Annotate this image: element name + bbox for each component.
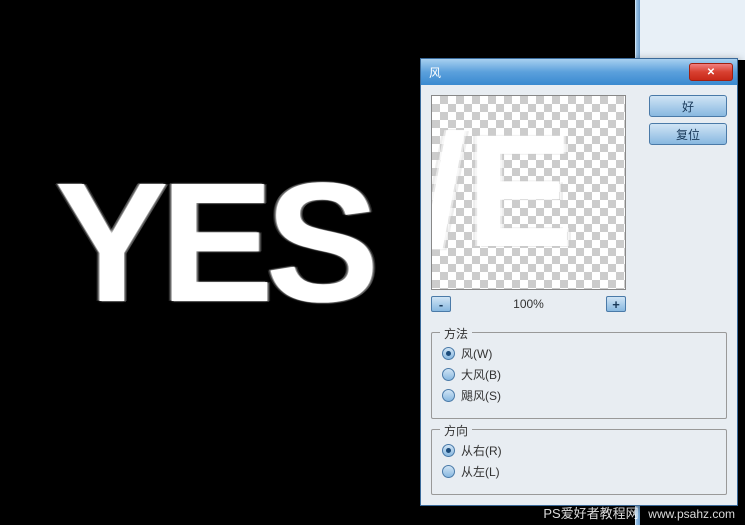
radio-icon [442,465,455,478]
canvas-text: YES [55,145,371,341]
wind-filter-dialog: 风 ✕ /E - 100% + 好 复位 方法 风(W) 大风(B) [420,58,738,506]
filter-preview[interactable]: /E [431,95,626,290]
dialog-titlebar[interactable]: 风 ✕ [421,59,737,85]
dialog-title: 风 [429,64,689,81]
preview-content: /E [431,111,573,271]
close-button[interactable]: ✕ [689,63,733,81]
radio-blast[interactable]: 大风(B) [442,366,716,383]
radio-from-left[interactable]: 从左(L) [442,463,716,480]
dialog-body: /E - 100% + 好 复位 [421,85,737,322]
reset-button[interactable]: 复位 [649,123,727,145]
radio-label: 大风(B) [461,366,501,383]
radio-label: 从右(R) [461,442,502,459]
watermark-url: www.psahz.com [648,507,735,521]
zoom-in-button[interactable]: + [606,296,626,312]
radio-label: 风(W) [461,345,492,362]
direction-legend: 方向 [440,422,472,439]
direction-group: 方向 从右(R) 从左(L) [431,429,727,495]
zoom-level-label: 100% [513,297,544,311]
radio-stagger[interactable]: 飓风(S) [442,387,716,404]
watermark: PS爱好者教程网 www.psahz.com [543,503,735,522]
watermark-text: PS爱好者教程网 [543,506,638,521]
radio-icon [442,389,455,402]
radio-icon [442,347,455,360]
radio-icon [442,444,455,457]
radio-icon [442,368,455,381]
radio-wind[interactable]: 风(W) [442,345,716,362]
zoom-out-button[interactable]: - [431,296,451,312]
radio-label: 飓风(S) [461,387,501,404]
radio-label: 从左(L) [461,463,500,480]
zoom-controls: - 100% + [431,296,626,312]
method-legend: 方法 [440,325,472,342]
method-group: 方法 风(W) 大风(B) 飓风(S) [431,332,727,419]
ok-button[interactable]: 好 [649,95,727,117]
radio-from-right[interactable]: 从右(R) [442,442,716,459]
panel-bg [640,0,745,60]
close-icon: ✕ [707,67,715,78]
